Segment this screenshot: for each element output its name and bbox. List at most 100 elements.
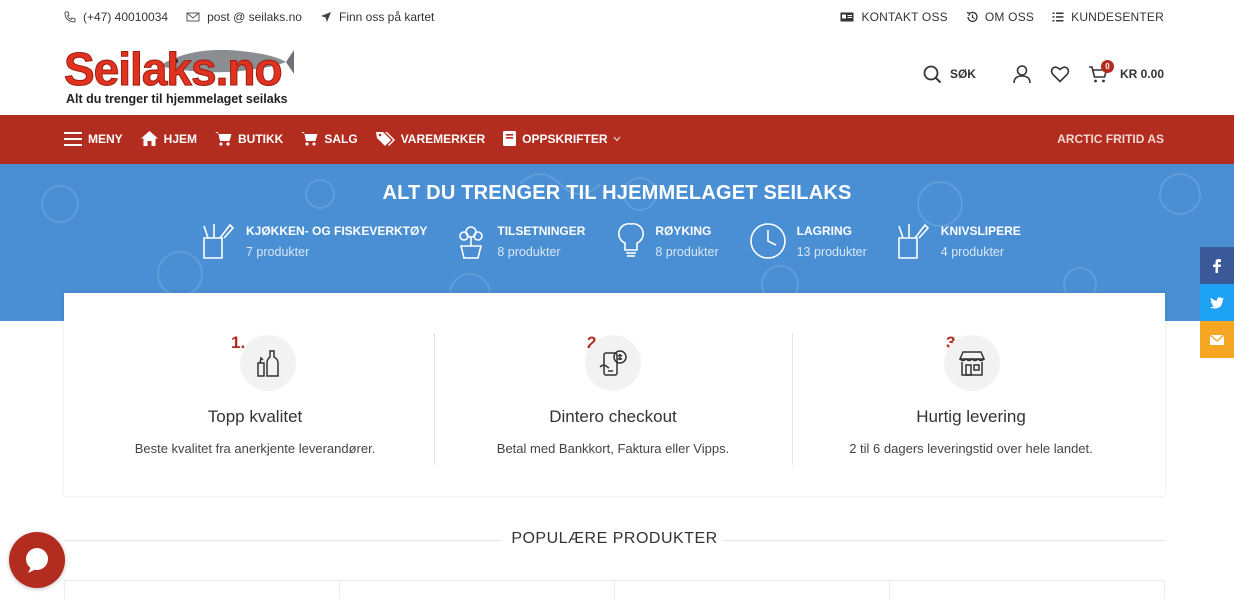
list-icon bbox=[1052, 12, 1064, 22]
history-icon bbox=[966, 11, 978, 22]
map-link[interactable]: Finn oss på kartet bbox=[320, 10, 434, 24]
logo-brand-text: Seilaks.no bbox=[64, 43, 284, 95]
home-icon bbox=[140, 131, 158, 146]
id-card-icon bbox=[840, 12, 854, 22]
nav-sale[interactable]: SALG bbox=[301, 131, 358, 146]
product-card-divider bbox=[339, 581, 340, 599]
product-card-divider bbox=[614, 581, 615, 599]
nav-shop-label: BUTIKK bbox=[238, 131, 284, 146]
cart-icon bbox=[215, 132, 232, 146]
nav-brands-label: VAREMERKER bbox=[400, 131, 486, 146]
nav-sale-label: SALG bbox=[324, 131, 358, 146]
feature-quality: 1. Topp kvalitet Beste kvalitet fra aner… bbox=[76, 293, 434, 496]
product-card-divider bbox=[889, 581, 890, 599]
feature-delivery: 3. Hurtig levering 2 til 6 dagers leveri… bbox=[792, 293, 1150, 496]
feature-description: Beste kvalitet fra anerkjente leverandør… bbox=[134, 441, 376, 456]
category-count: 7 produkter bbox=[246, 245, 310, 259]
mobile-payment-icon bbox=[599, 350, 627, 376]
knife-block-icon bbox=[203, 223, 235, 259]
contact-link[interactable]: KONTAKT OSS bbox=[840, 10, 948, 24]
category-count: 8 produkter bbox=[497, 245, 561, 259]
email-share-button[interactable] bbox=[1200, 321, 1234, 358]
bottles-icon bbox=[257, 350, 279, 377]
nav-menu-label: MENY bbox=[88, 131, 123, 146]
category-knife-sharpeners[interactable]: KNIVSLIPERE 4 produkter bbox=[895, 222, 1021, 260]
account-button[interactable] bbox=[1012, 64, 1032, 84]
hero-title: ALT DU TRENGER TIL HJEMMELAGET SEILAKS bbox=[382, 182, 852, 204]
hamburger-icon bbox=[64, 131, 82, 146]
nav-brands[interactable]: VAREMERKER bbox=[375, 131, 486, 146]
twitter-share-button[interactable] bbox=[1200, 284, 1234, 321]
customer-center-link[interactable]: KUNDESENTER bbox=[1052, 10, 1164, 24]
email-link[interactable]: post @ seilaks.no bbox=[186, 10, 302, 24]
popular-products-title: POPULÆRE PRODUKTER bbox=[511, 530, 718, 547]
category-count: 4 produkter bbox=[940, 245, 1005, 259]
category-name: TILSETNINGER bbox=[497, 224, 586, 238]
feature-checkout: 2. Dintero checkout Betal med Bankkort, … bbox=[434, 293, 792, 496]
about-link[interactable]: OM OSS bbox=[966, 10, 1034, 24]
product-grid bbox=[64, 580, 1165, 599]
phone-link[interactable]: (+47) 40010034 bbox=[64, 10, 168, 24]
feature-icon-circle bbox=[240, 335, 296, 391]
search-icon bbox=[923, 65, 942, 83]
phone-icon bbox=[64, 11, 76, 23]
category-name: KJØKKEN- OG FISKEVERKTØY bbox=[246, 224, 428, 238]
category-kitchen-tools[interactable]: KJØKKEN- OG FISKEVERKTØY 7 produkter bbox=[200, 222, 427, 260]
phone-text: (+47) 40010034 bbox=[83, 10, 169, 24]
plant-pot-icon bbox=[459, 226, 484, 259]
chevron-down-icon bbox=[614, 136, 621, 141]
feature-icon-circle bbox=[585, 335, 641, 391]
nav-recipes[interactable]: OPPSKRIFTER bbox=[503, 131, 621, 146]
map-text: Finn oss på kartet bbox=[338, 10, 435, 24]
twitter-icon bbox=[1210, 296, 1224, 308]
nav-home-label: HJEM bbox=[163, 131, 198, 146]
cart-count-badge: 0 bbox=[1100, 60, 1114, 73]
facebook-share-button[interactable] bbox=[1200, 247, 1234, 284]
tags-icon bbox=[375, 132, 395, 146]
nav-recipes-label: OPPSKRIFTER bbox=[522, 131, 608, 146]
search-button[interactable]: SØK bbox=[923, 65, 976, 84]
nav-home[interactable]: HJEM bbox=[140, 131, 198, 146]
bulb-icon bbox=[618, 222, 645, 257]
book-icon bbox=[503, 131, 517, 146]
category-count: 8 produkter bbox=[655, 245, 719, 259]
nav-menu[interactable]: MENY bbox=[64, 131, 123, 146]
chat-widget-button[interactable] bbox=[9, 532, 65, 588]
chat-bubble-icon bbox=[26, 548, 48, 573]
top-bar: (+47) 40010034 post @ seilaks.no Finn os… bbox=[0, 0, 1234, 34]
feature-description: 2 til 6 dagers leveringstid over hele la… bbox=[849, 441, 1093, 456]
about-text: OM OSS bbox=[984, 10, 1035, 24]
envelope-icon bbox=[1210, 334, 1224, 345]
user-icon bbox=[1013, 65, 1031, 84]
popular-products-heading: POPULÆRE PRODUKTER bbox=[64, 528, 1165, 552]
customer-text: KUNDESENTER bbox=[1071, 10, 1164, 24]
facebook-icon bbox=[1213, 258, 1221, 273]
category-smoking[interactable]: RØYKING 8 produkter bbox=[617, 222, 719, 260]
features-box: 1. Topp kvalitet Beste kvalitet fra aner… bbox=[64, 293, 1165, 496]
main-navigation: MENY HJEM BUTIKK SALG VAREMERKER OPPSKRI… bbox=[0, 115, 1234, 164]
search-label: SØK bbox=[949, 67, 976, 81]
category-storage[interactable]: LAGRING 13 produkter bbox=[749, 222, 867, 260]
cart-button[interactable]: 0 KR 0.00 bbox=[1088, 60, 1164, 84]
cart-icon bbox=[301, 132, 318, 146]
wishlist-button[interactable] bbox=[1050, 64, 1070, 84]
feature-icon-circle bbox=[944, 335, 1000, 391]
cart-total: KR 0.00 bbox=[1119, 67, 1164, 81]
category-additives[interactable]: TILSETNINGER 8 produkter bbox=[455, 222, 585, 260]
knife-block-icon bbox=[897, 223, 929, 259]
social-share-bar bbox=[1200, 247, 1234, 358]
feature-description: Betal med Bankkort, Faktura eller Vipps. bbox=[496, 441, 730, 456]
category-name: KNIVSLIPERE bbox=[940, 224, 1021, 238]
logo-tagline: Alt du trenger til hjemmelaget seilaks bbox=[66, 92, 288, 106]
email-text: post @ seilaks.no bbox=[207, 10, 302, 24]
category-name: LAGRING bbox=[796, 224, 852, 238]
nav-company[interactable]: ARCTIC FRITID AS bbox=[1057, 132, 1164, 146]
category-list: KJØKKEN- OG FISKEVERKTØY 7 produkter TIL… bbox=[200, 222, 1049, 260]
feature-title: Topp kvalitet bbox=[207, 407, 303, 426]
feature-title: Dintero checkout bbox=[549, 407, 677, 426]
nav-shop[interactable]: BUTIKK bbox=[215, 131, 283, 146]
store-icon bbox=[958, 351, 986, 376]
category-name: RØYKING bbox=[655, 224, 712, 238]
site-logo[interactable]: Seilaks.no Alt du trenger til hjemmelage… bbox=[64, 42, 294, 110]
mail-icon bbox=[186, 12, 200, 22]
